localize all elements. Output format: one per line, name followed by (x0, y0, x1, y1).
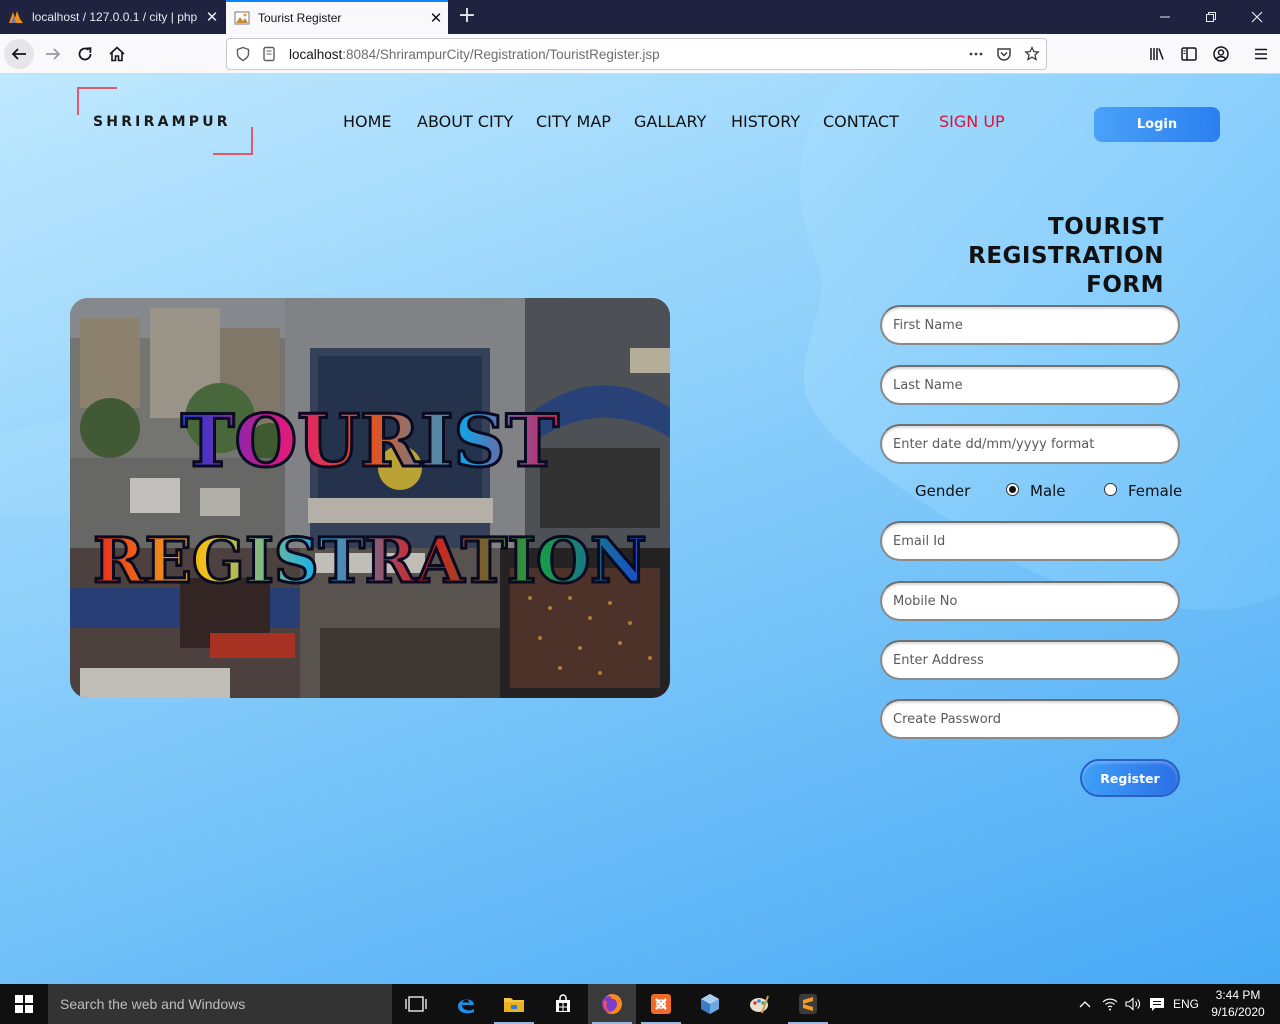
page-favicon-icon (234, 11, 250, 25)
tab-phpmyadmin[interactable]: localhost / 127.0.0.1 / city | php ✕ (0, 0, 224, 34)
nav-city-map[interactable]: CITY MAP (536, 112, 611, 134)
library-icon[interactable] (1142, 39, 1172, 69)
paint-icon[interactable] (735, 984, 783, 1024)
gender-label: Gender (915, 482, 971, 500)
tab-tourist-register[interactable]: Tourist Register ✕ (226, 0, 448, 34)
url-host: localhost (289, 46, 343, 62)
gender-male-label[interactable]: Male (1030, 482, 1066, 500)
show-hidden-icons-chevron-icon[interactable] (1074, 984, 1096, 1024)
password-input[interactable] (880, 699, 1180, 739)
system-clock[interactable]: 3:44 PM 9/16/2020 (1206, 987, 1270, 1021)
logo-corner-bottom-right (213, 127, 253, 155)
nav-gallary[interactable]: GALLARY (634, 112, 706, 134)
banner-title-line2: REGISTRATION (93, 524, 647, 597)
form-title-line1: TOURIST REGISTRATION (968, 214, 1164, 269)
mobile-input[interactable] (880, 581, 1180, 621)
login-button[interactable]: Login (1094, 107, 1220, 142)
window-close-icon[interactable] (1234, 0, 1280, 34)
forward-arrow-icon[interactable] (38, 39, 68, 69)
restore-icon[interactable] (1188, 0, 1234, 34)
pocket-icon[interactable] (990, 40, 1018, 68)
sidebar-icon[interactable] (1174, 39, 1204, 69)
sublime-text-icon[interactable] (784, 984, 832, 1024)
url-path: :8084/ShrirampurCity/Registration/Touris… (342, 46, 660, 62)
site-logo[interactable]: SHRIRAMPUR (77, 87, 253, 155)
tab-title: Tourist Register (258, 11, 342, 25)
date-of-birth-input[interactable] (880, 424, 1180, 464)
edge-icon[interactable] (442, 984, 490, 1024)
account-icon[interactable] (1206, 39, 1236, 69)
url-text[interactable]: localhost:8084/ShrirampurCity/Registrati… (289, 47, 962, 62)
home-icon[interactable] (102, 39, 132, 69)
action-center-icon[interactable] (1145, 984, 1169, 1024)
gender-female-label[interactable]: Female (1128, 482, 1182, 500)
web-page: SHRIRAMPUR HOME ABOUT CITY CITY MAP GALL… (0, 74, 1280, 984)
windows-start-icon[interactable] (0, 984, 48, 1024)
register-button[interactable]: Register (1080, 759, 1180, 797)
gender-male-radio[interactable] (1006, 483, 1019, 496)
volume-icon[interactable] (1122, 984, 1144, 1024)
banner-title-line1: TOURIST (181, 398, 559, 483)
reload-icon[interactable] (70, 39, 100, 69)
wifi-icon[interactable] (1098, 984, 1122, 1024)
last-name-input[interactable] (880, 365, 1180, 405)
new-tab-plus-icon[interactable]: + (454, 4, 480, 30)
taskbar-search-box[interactable]: Search the web and Windows (48, 984, 392, 1024)
first-name-input[interactable] (880, 305, 1180, 345)
address-input[interactable] (880, 640, 1180, 680)
clock-time: 3:44 PM (1215, 988, 1261, 1002)
clock-date: 9/16/2020 (1211, 1005, 1265, 1019)
browser-tab-strip: localhost / 127.0.0.1 / city | php ✕ Tou… (0, 0, 1280, 34)
back-arrow-icon[interactable] (4, 39, 34, 69)
xampp-icon[interactable] (637, 984, 685, 1024)
url-bar[interactable]: localhost:8084/ShrirampurCity/Registrati… (226, 38, 1047, 70)
page-info-icon[interactable] (261, 46, 277, 62)
store-icon[interactable] (539, 984, 587, 1024)
nav-sign-up[interactable]: SIGN UP (939, 112, 1005, 134)
firefox-icon[interactable] (588, 984, 636, 1024)
hamburger-menu-icon[interactable] (1246, 39, 1276, 69)
windows-taskbar: Search the web and Windows ENG 3:44 PM 9… (0, 984, 1280, 1024)
minimize-icon[interactable] (1142, 0, 1188, 34)
logo-text: SHRIRAMPUR (93, 114, 231, 130)
virtualbox-icon[interactable] (686, 984, 734, 1024)
form-title-line2: FORM (1086, 272, 1164, 298)
nav-contact[interactable]: CONTACT (823, 112, 899, 134)
task-view-icon[interactable] (392, 984, 440, 1024)
bookmark-star-icon[interactable] (1018, 40, 1046, 68)
phpmyadmin-icon (9, 11, 23, 23)
form-title: TOURIST REGISTRATION FORM (860, 213, 1164, 300)
browser-toolbar: localhost:8084/ShrirampurCity/Registrati… (0, 34, 1280, 74)
tab-close-icon[interactable]: ✕ (424, 9, 448, 27)
nav-home[interactable]: HOME (343, 112, 392, 134)
city-collage-image: TOURIST REGISTRATION (70, 298, 670, 698)
email-input[interactable] (880, 521, 1180, 561)
tourist-registration-banner: TOURIST REGISTRATION (70, 298, 670, 698)
shield-icon[interactable] (235, 46, 251, 62)
tab-close-icon[interactable]: ✕ (200, 8, 224, 26)
nav-history[interactable]: HISTORY (731, 112, 800, 134)
logo-corner-top-left (77, 87, 117, 115)
gender-female-radio[interactable] (1104, 483, 1117, 496)
language-indicator[interactable]: ENG (1170, 984, 1202, 1024)
tab-title: localhost / 127.0.0.1 / city | php (32, 10, 198, 24)
more-actions-icon[interactable] (962, 40, 990, 68)
nav-about-city[interactable]: ABOUT CITY (417, 112, 513, 134)
file-explorer-icon[interactable] (490, 984, 538, 1024)
